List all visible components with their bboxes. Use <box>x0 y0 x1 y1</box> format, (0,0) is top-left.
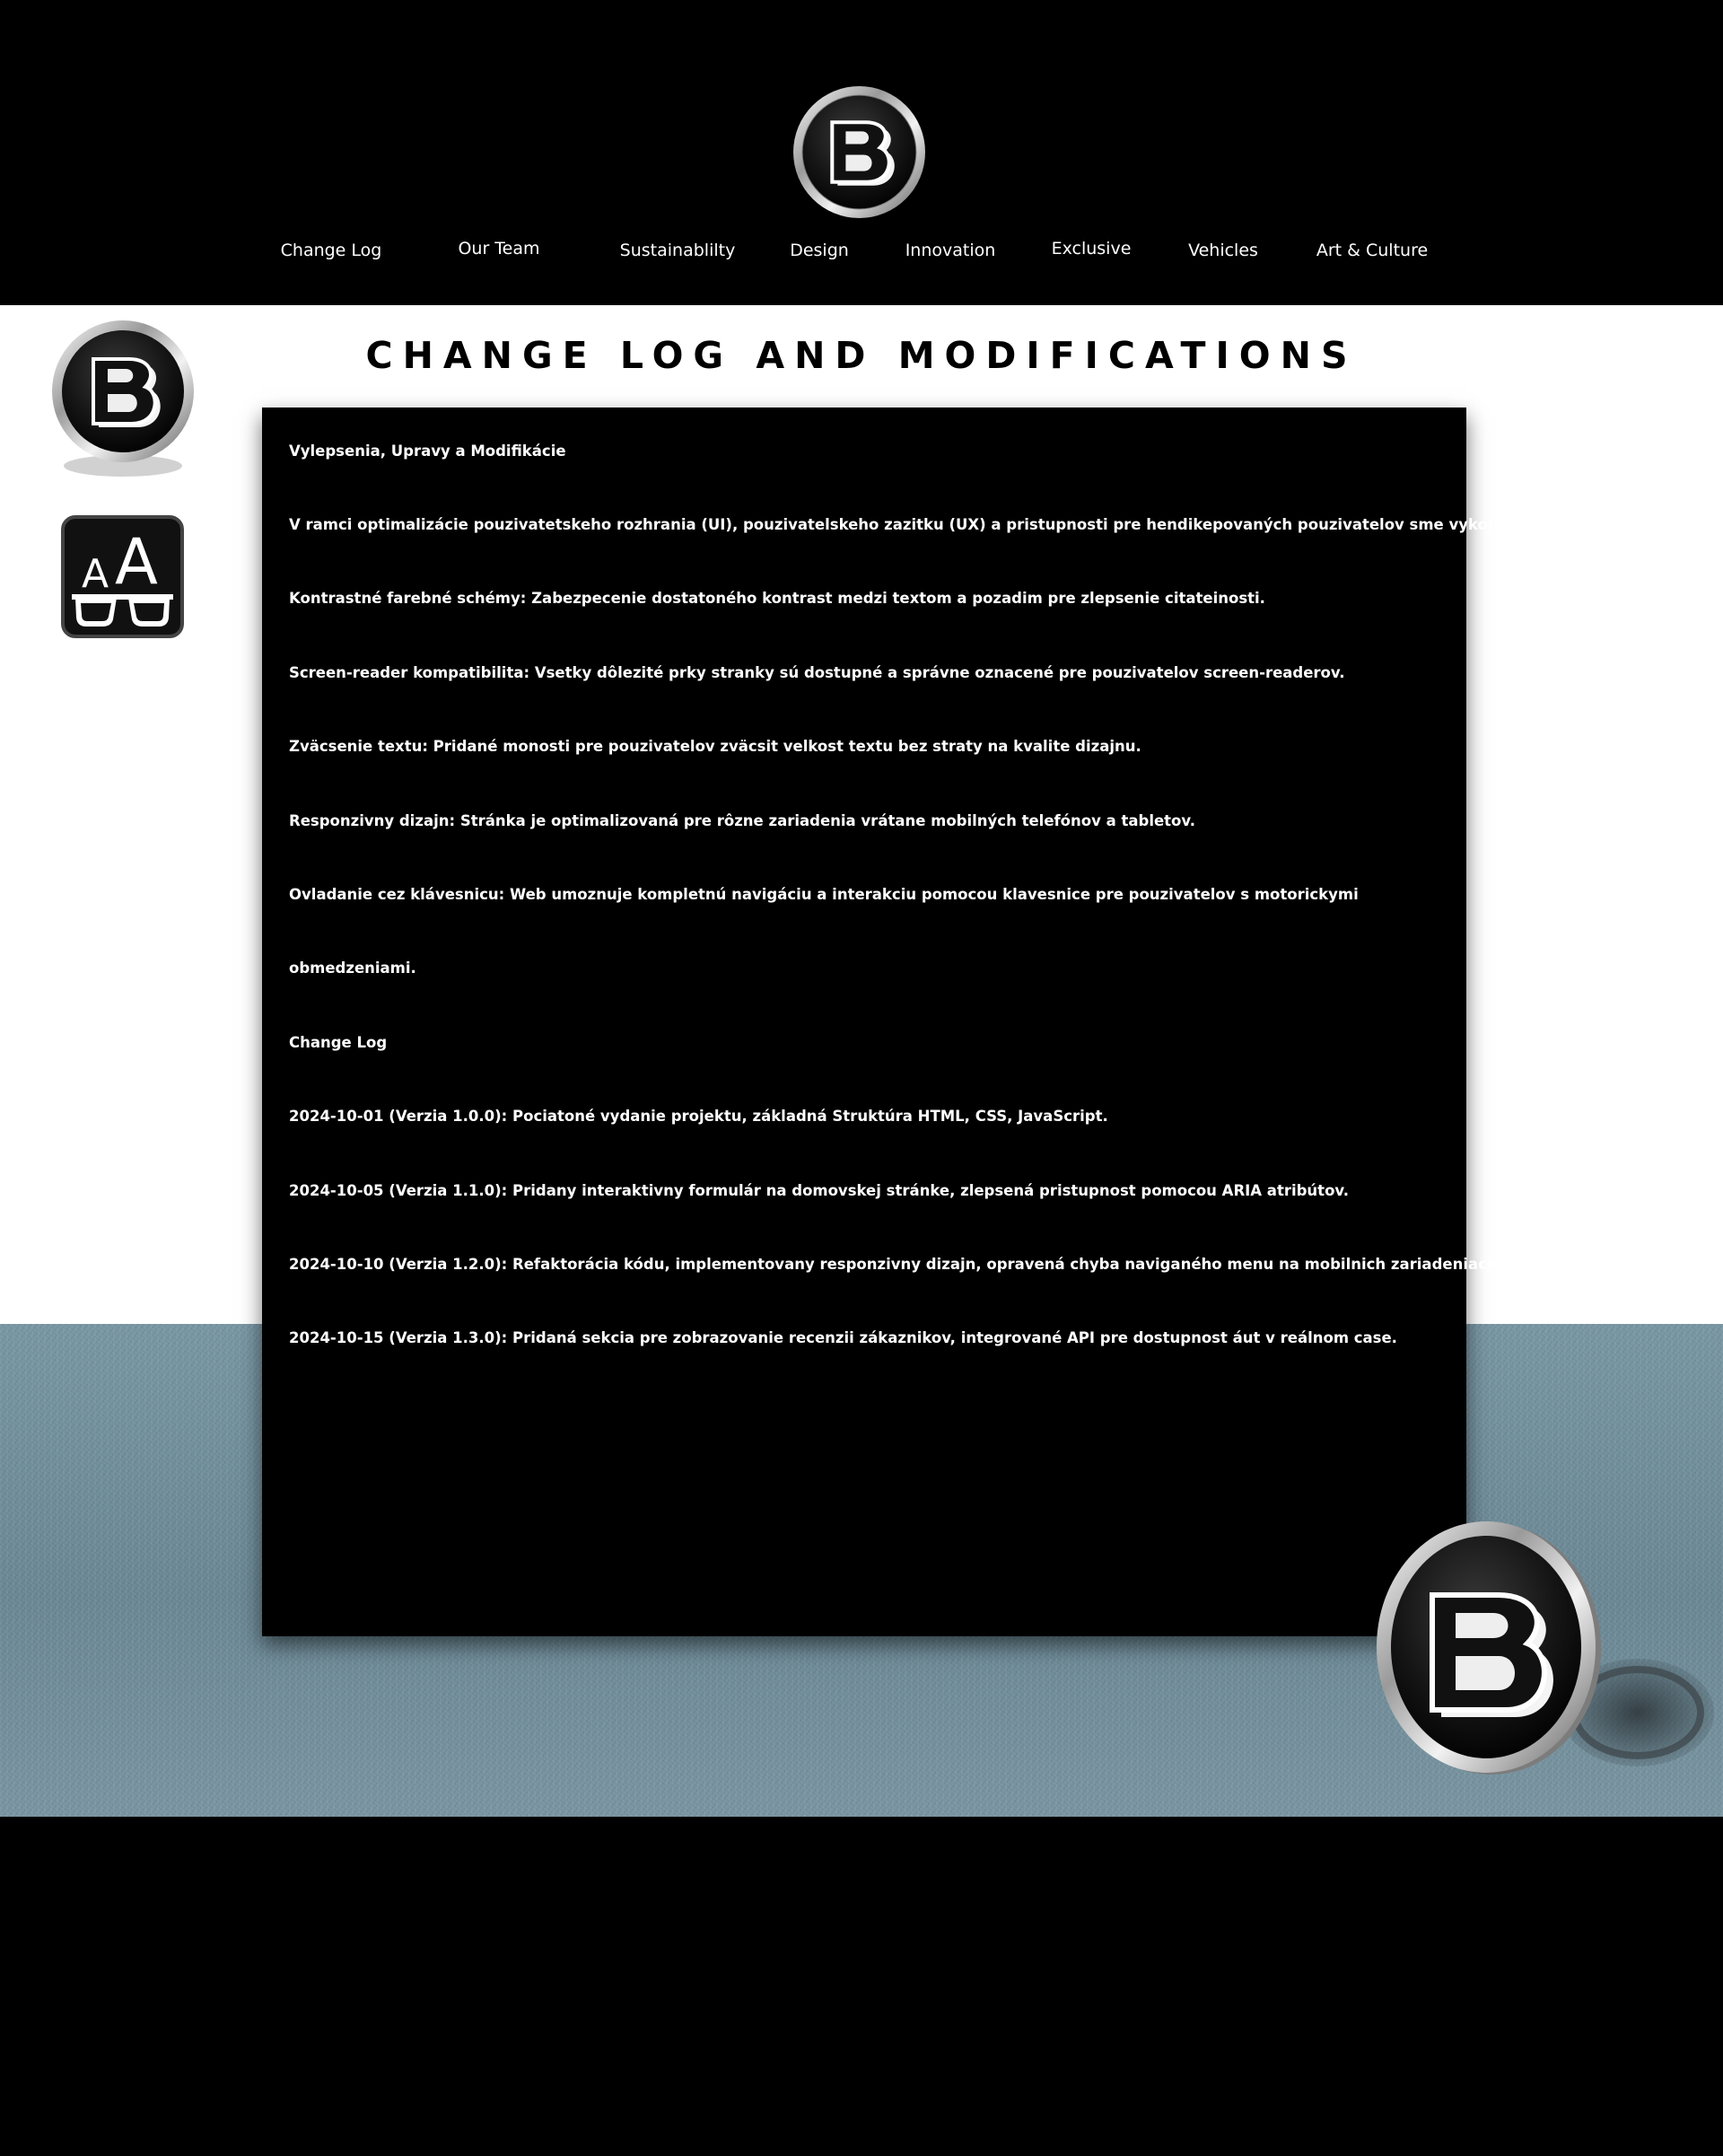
page-title: CHANGE LOG AND MODIFICATIONS <box>365 334 1358 377</box>
text-size-glasses-icon: A A <box>61 515 184 638</box>
changelog-version-entry: 2024-10-05 (Verzia 1.1.0): Pridany inter… <box>289 1182 1350 1199</box>
small-a-glyph: A <box>82 551 109 597</box>
changelog-subheading: Change Log <box>289 1034 388 1051</box>
changelog-item: Screen-reader kompatibilita: Vsetky dôle… <box>289 664 1345 681</box>
site-header: Change Log Our Team Sustainablilty Desig… <box>0 0 1723 305</box>
changelog-version-entry: 2024-10-01 (Verzia 1.0.0): Pociatoné vyd… <box>289 1108 1108 1125</box>
nav-item-change-log[interactable]: Change Log <box>281 241 382 260</box>
changelog-item: Ovladanie cez klávesnicu: Web umoznuje k… <box>289 886 1359 903</box>
changelog-item: Responzivny dizajn: Stránka je optimaliz… <box>289 812 1196 829</box>
changelog-version-entry: 2024-10-15 (Verzia 1.3.0): Pridaná sekci… <box>289 1329 1397 1346</box>
changelog-item: Zväcsenie textu: Pridané monosti pre pou… <box>289 738 1141 755</box>
brabus-logo-icon[interactable] <box>792 84 927 220</box>
text-size-accessibility-button[interactable]: A A <box>61 515 184 638</box>
nav-item-innovation[interactable]: Innovation <box>905 241 996 260</box>
nav-item-sustainability[interactable]: Sustainablilty <box>620 241 736 260</box>
nav-item-vehicles[interactable]: Vehicles <box>1188 241 1258 260</box>
brabus-coin-3d-icon <box>1377 1521 1714 1775</box>
changelog-intro: V ramci optimalizácie pouzivatetskeho ro… <box>289 516 1690 533</box>
changelog-heading: Vylepsenia, Upravy a Modifikácie <box>289 443 566 460</box>
nav-item-exclusive[interactable]: Exclusive <box>1052 239 1132 259</box>
nav-item-design[interactable]: Design <box>790 241 849 260</box>
nav-item-art-culture[interactable]: Art & Culture <box>1316 241 1428 260</box>
main-nav: Change Log Our Team Sustainablilty Desig… <box>0 239 1723 273</box>
changelog-version-entry: 2024-10-10 (Verzia 1.2.0): Refaktorácia … <box>289 1256 1503 1273</box>
changelog-item: Kontrastné farebné schémy: Zabezpecenie … <box>289 590 1265 607</box>
nav-item-our-team[interactable]: Our Team <box>458 239 539 259</box>
changelog-item: obmedzeniami. <box>289 960 416 977</box>
site-footer <box>0 1817 1723 2156</box>
changelog-panel: Vylepsenia, Upravy a Modifikácie V ramci… <box>262 408 1689 1636</box>
large-a-glyph: A <box>115 525 158 599</box>
